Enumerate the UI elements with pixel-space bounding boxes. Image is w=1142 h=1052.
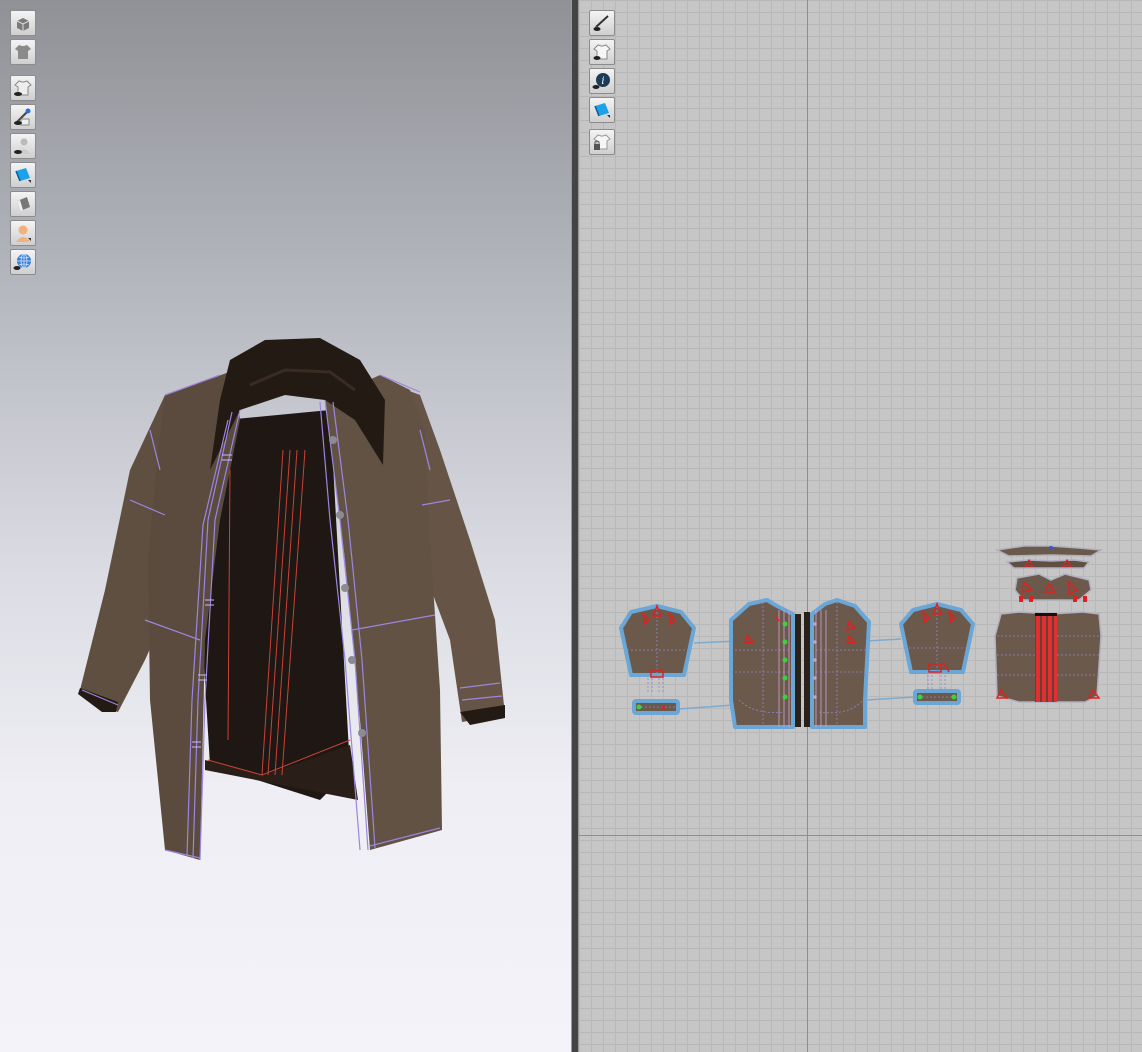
pattern-right-sleeve[interactable] xyxy=(899,601,975,674)
pattern-right-placket[interactable] xyxy=(804,612,810,727)
pattern-yoke[interactable] xyxy=(1014,573,1092,602)
pattern-left-front[interactable] xyxy=(729,598,795,729)
pattern-left-placket[interactable] xyxy=(795,614,801,727)
viewport-splitter[interactable] xyxy=(571,0,579,1052)
pattern-layout[interactable] xyxy=(579,0,1142,1052)
garment-3d-render[interactable] xyxy=(0,0,571,1052)
pattern-collar-stand[interactable] xyxy=(1005,558,1091,569)
pattern-back[interactable] xyxy=(994,611,1102,703)
pattern-left-cuff[interactable] xyxy=(632,699,680,715)
sleeve-placket-stitches-right xyxy=(927,675,946,690)
2d-pattern-viewport[interactable]: i xyxy=(579,0,1142,1052)
pattern-left-sleeve[interactable] xyxy=(619,603,696,678)
3d-viewport[interactable] xyxy=(0,0,571,1052)
pattern-right-front[interactable] xyxy=(810,598,871,729)
sleeve-placket-stitches xyxy=(647,678,664,694)
pattern-collar[interactable] xyxy=(994,545,1104,557)
pattern-right-cuff[interactable] xyxy=(913,689,961,705)
